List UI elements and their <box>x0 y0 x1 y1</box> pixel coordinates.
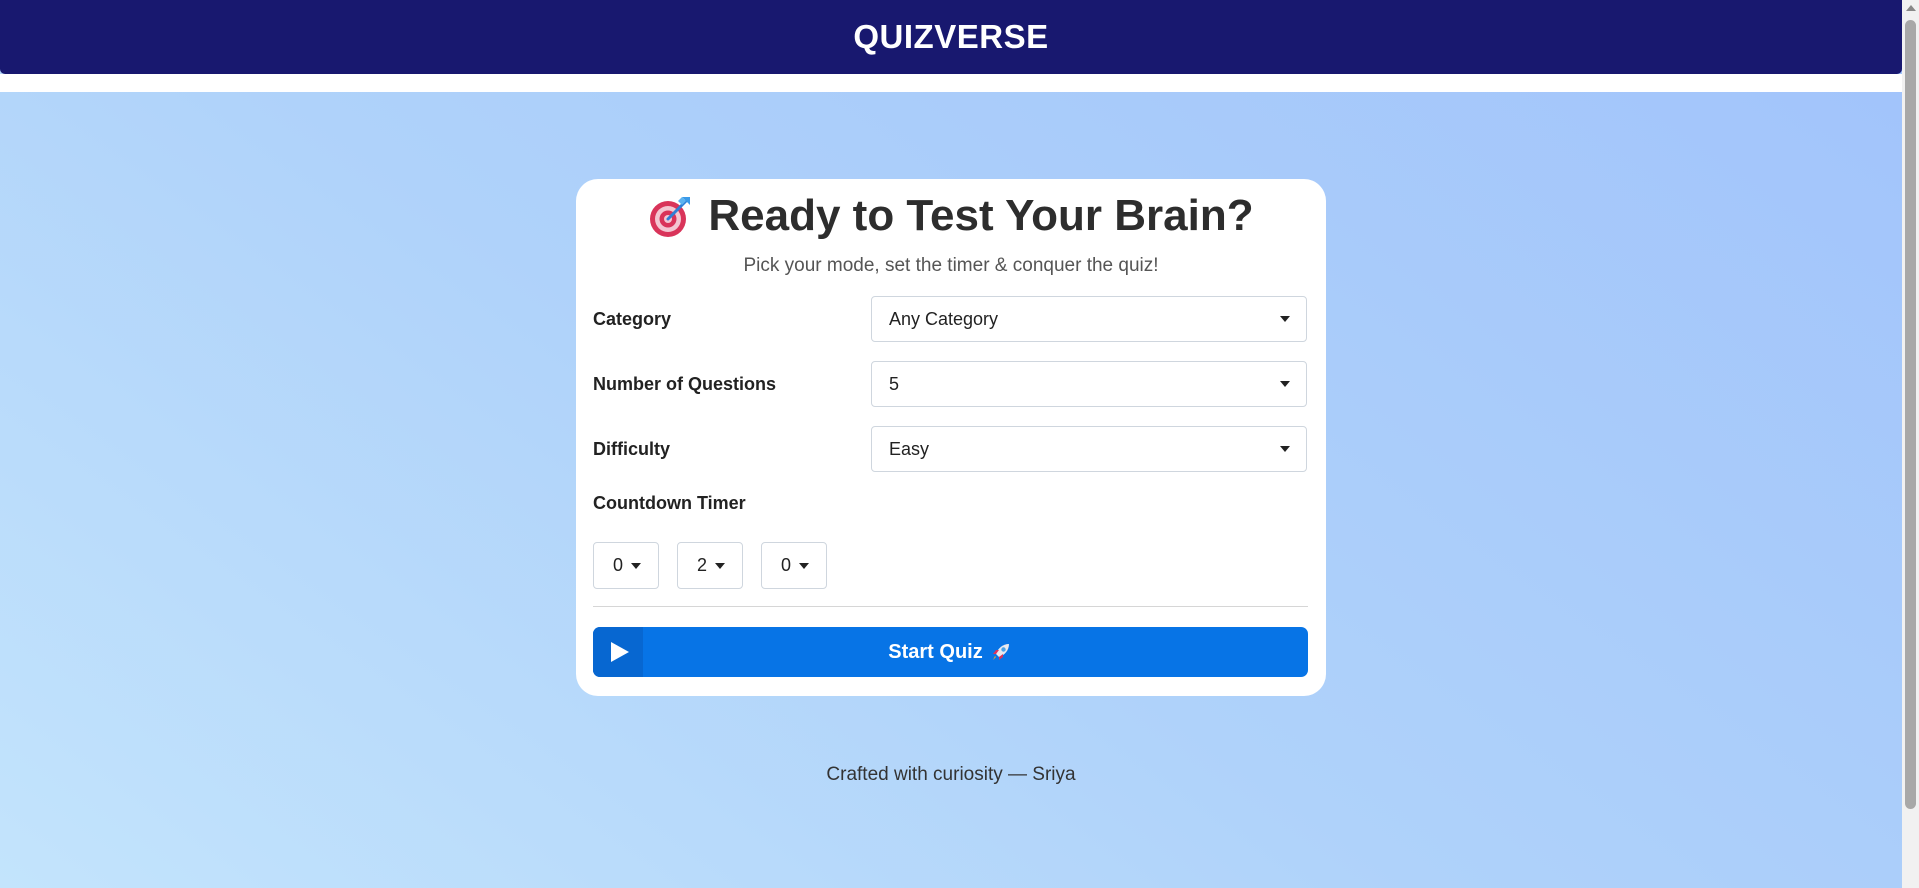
chevron-down-icon <box>1280 316 1290 322</box>
difficulty-label: Difficulty <box>593 439 671 459</box>
category-select[interactable]: Any Category <box>871 296 1307 342</box>
divider <box>593 606 1308 607</box>
scroll-up-icon[interactable] <box>1906 5 1916 11</box>
footer-credit: Crafted with curiosity — Sriya <box>826 764 1076 785</box>
chevron-down-icon <box>715 562 725 569</box>
timer-seconds-value: 0 <box>781 555 792 575</box>
card-heading: Ready to Test Your Brain? <box>576 191 1326 241</box>
timer-hours-value: 0 <box>613 555 624 575</box>
category-label: Category <box>593 309 672 329</box>
countdown-timer-label: Countdown Timer <box>593 493 746 513</box>
num-questions-select[interactable]: 5 <box>871 361 1307 407</box>
difficulty-value: Easy <box>889 438 930 459</box>
chevron-down-icon <box>1280 446 1290 452</box>
play-icon <box>610 642 629 662</box>
timer-hours-select[interactable]: 0 <box>593 542 659 589</box>
vertical-scrollbar[interactable] <box>1902 0 1919 888</box>
chevron-down-icon <box>1280 381 1290 387</box>
play-icon-box <box>593 627 643 677</box>
chevron-down-icon <box>631 562 641 569</box>
timer-seconds-select[interactable]: 0 <box>761 542 827 589</box>
num-questions-value: 5 <box>889 373 900 394</box>
page-background: QUIZVERSE Ready to Test Your Brain? Pick… <box>0 0 1902 888</box>
timer-minutes-select[interactable]: 2 <box>677 542 743 589</box>
timer-minutes-value: 2 <box>697 555 708 575</box>
app-header: QUIZVERSE <box>0 0 1902 74</box>
app-title: QUIZVERSE <box>853 18 1049 55</box>
header-spacer <box>0 74 1902 92</box>
start-quiz-button[interactable]: Start Quiz <box>593 627 1308 677</box>
start-quiz-label: Start Quiz <box>888 640 983 663</box>
rocket-icon <box>992 644 1009 660</box>
difficulty-select[interactable]: Easy <box>871 426 1307 472</box>
scrollbar-thumb[interactable] <box>1905 20 1916 809</box>
target-icon <box>650 197 691 237</box>
card-subtitle: Pick your mode, set the timer & conquer … <box>743 255 1159 276</box>
chevron-down-icon <box>799 562 809 569</box>
page-title: Ready to Test Your Brain? <box>708 191 1254 240</box>
quiz-setup-card: Ready to Test Your Brain? Pick your mode… <box>576 179 1326 696</box>
num-questions-label: Number of Questions <box>593 374 777 394</box>
category-value: Any Category <box>889 308 999 329</box>
